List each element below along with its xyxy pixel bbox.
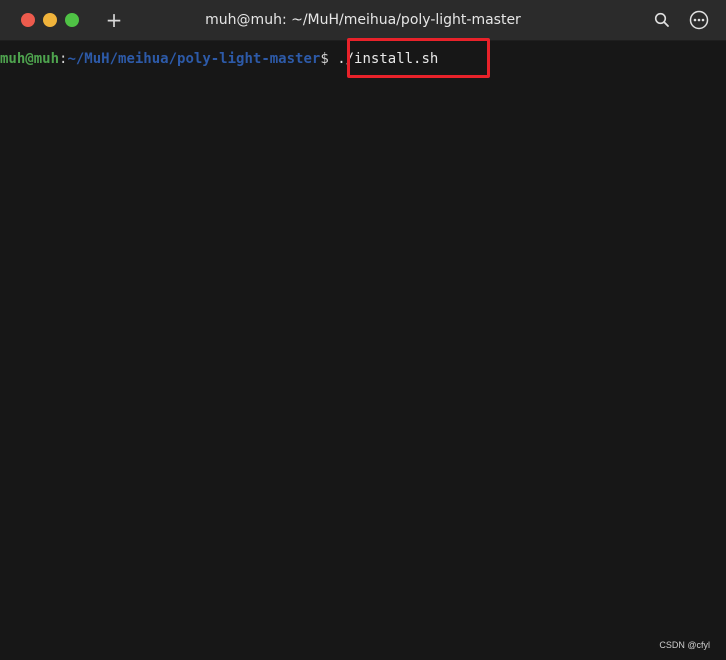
current-path: ~/MuH/meihua/poly-light-master bbox=[67, 51, 321, 67]
terminal-body[interactable]: muh@muh:~/MuH/meihua/poly-light-master$ … bbox=[0, 41, 726, 660]
maximize-button[interactable] bbox=[65, 13, 79, 27]
title-bar: + muh@muh: ~/MuH/meihua/poly-light-maste… bbox=[0, 0, 726, 41]
command-highlight-box bbox=[347, 38, 490, 78]
user-host: muh@muh bbox=[0, 51, 60, 67]
search-icon[interactable] bbox=[652, 10, 672, 30]
new-tab-button[interactable]: + bbox=[104, 8, 124, 32]
window-title: muh@muh: ~/MuH/meihua/poly-light-master bbox=[205, 12, 521, 28]
terminal-window: + muh@muh: ~/MuH/meihua/poly-light-maste… bbox=[0, 0, 726, 660]
close-button[interactable] bbox=[21, 13, 35, 27]
watermark: CSDN @cfyl bbox=[659, 640, 710, 650]
more-options-icon[interactable] bbox=[688, 9, 710, 31]
minimize-button[interactable] bbox=[43, 13, 57, 27]
prompt-symbol: $ bbox=[320, 51, 329, 67]
